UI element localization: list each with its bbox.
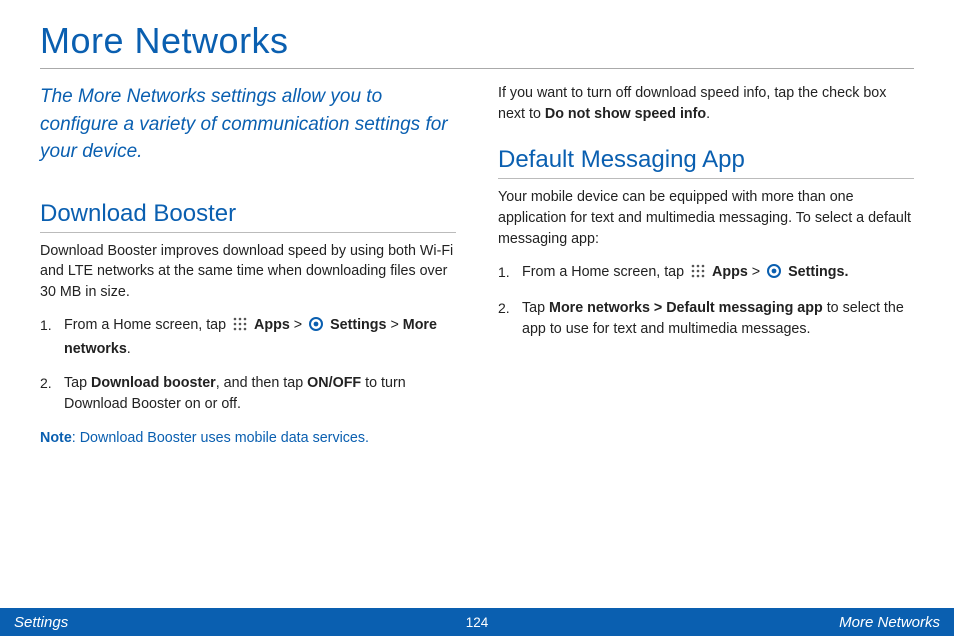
content-columns: The More Networks settings allow you to … [40,83,914,448]
text: . [127,341,131,357]
text: Tap [64,375,91,391]
page-title: More Networks [40,20,914,69]
dm-step-1: From a Home screen, tap Apps > Settings. [498,262,914,286]
default-messaging-steps: From a Home screen, tap Apps > Settings.… [498,262,914,341]
settings-label: Settings. [788,264,848,280]
note-label: Note [40,430,72,446]
text: , and then tap [216,375,307,391]
footer-right: More Networks [839,614,940,631]
speed-info-paragraph: If you want to turn off download speed i… [498,83,914,124]
text: Tap [522,300,549,316]
left-column: The More Networks settings allow you to … [40,83,456,448]
text: . [706,106,710,122]
right-column: If you want to turn off download speed i… [498,83,914,448]
more-networks-path-label: More networks > Default messaging app [549,300,823,316]
download-booster-label: Download booster [91,375,216,391]
settings-icon [766,263,782,286]
default-messaging-heading: Default Messaging App [498,146,914,179]
settings-icon [308,316,324,339]
note-text: : Download Booster uses mobile data serv… [72,430,369,446]
onoff-label: ON/OFF [307,375,361,391]
text: From a Home screen, tap [522,264,688,280]
apps-icon [232,316,248,339]
intro-text: The More Networks settings allow you to … [40,83,456,166]
text: > [748,264,764,280]
note: Note: Download Booster uses mobile data … [40,428,456,449]
apps-label: Apps [254,317,290,333]
footer-left: Settings [14,614,68,631]
text: From a Home screen, tap [64,317,230,333]
db-step-1: From a Home screen, tap Apps > Settings … [40,315,456,361]
page-number: 124 [466,615,489,630]
dm-step-2: Tap More networks > Default messaging ap… [498,298,914,341]
download-booster-desc: Download Booster improves download speed… [40,241,456,303]
default-messaging-desc: Your mobile device can be equipped with … [498,187,914,249]
download-booster-heading: Download Booster [40,200,456,233]
text: > [290,317,306,333]
do-not-show-label: Do not show speed info [545,106,706,122]
text: > [386,317,402,333]
page-footer: Settings 124 More Networks [0,608,954,636]
apps-icon [690,263,706,286]
download-booster-steps: From a Home screen, tap Apps > Settings … [40,315,456,416]
db-step-2: Tap Download booster, and then tap ON/OF… [40,373,456,416]
apps-label: Apps [712,264,748,280]
settings-label: Settings [330,317,386,333]
